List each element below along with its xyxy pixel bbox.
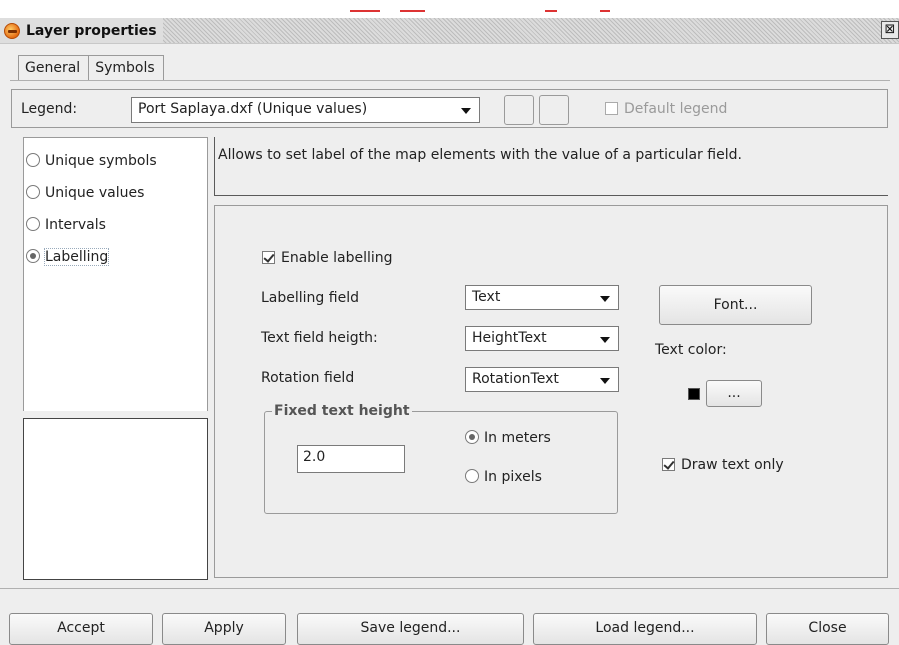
radio-selected-icon xyxy=(26,249,40,263)
rotation-field-label: Rotation field xyxy=(261,370,355,386)
draw-text-only-checkbox[interactable]: Draw text only xyxy=(662,457,784,473)
enable-labelling-checkbox[interactable]: Enable labelling xyxy=(262,250,393,266)
text-height-field-label: Text field heigth: xyxy=(261,330,378,346)
text-color-button[interactable]: ... xyxy=(706,380,762,407)
radio-icon xyxy=(26,185,40,199)
rotation-field-value: RotationText xyxy=(472,371,559,387)
save-legend-button[interactable]: Save legend... xyxy=(297,613,524,645)
description-box xyxy=(214,137,888,196)
radio-unique-symbols[interactable]: Unique symbols xyxy=(26,153,157,169)
legend-select-value: Port Saplaya.dxf (Unique values) xyxy=(138,101,368,117)
title-box: Layer properties xyxy=(0,18,163,43)
radio-label: Unique values xyxy=(45,185,145,201)
radio-intervals[interactable]: Intervals xyxy=(26,217,106,233)
radio-label: Intervals xyxy=(45,217,106,233)
labelling-field-value: Text xyxy=(472,289,501,305)
tab-general[interactable]: General xyxy=(18,55,90,81)
enable-labelling-label: Enable labelling xyxy=(281,250,393,266)
window-title: Layer properties xyxy=(26,22,157,39)
default-legend-label: Default legend xyxy=(624,101,728,117)
text-color-swatch xyxy=(688,388,700,400)
radio-selected-icon xyxy=(465,430,479,444)
tab-divider xyxy=(10,80,890,81)
text-color-label: Text color: xyxy=(655,342,727,358)
tab-strip: General Symbols xyxy=(18,55,164,81)
legend-action-button-2[interactable] xyxy=(539,95,569,125)
chevron-down-icon xyxy=(600,296,610,302)
radio-icon xyxy=(465,469,479,483)
text-height-field-value: HeightText xyxy=(472,330,547,346)
radio-label: Unique symbols xyxy=(45,153,157,169)
radio-labelling[interactable]: Labelling xyxy=(26,248,110,266)
in-meters-label: In meters xyxy=(484,430,551,446)
default-legend-checkbox[interactable]: Default legend xyxy=(605,101,727,117)
draw-text-only-label: Draw text only xyxy=(681,457,784,473)
apply-button[interactable]: Apply xyxy=(162,613,286,645)
chevron-down-icon xyxy=(600,337,610,343)
radio-in-pixels[interactable]: In pixels xyxy=(465,469,542,485)
title-bar[interactable]: Layer properties ⊠ xyxy=(0,18,899,44)
font-button[interactable]: Font... xyxy=(659,285,812,325)
load-legend-button[interactable]: Load legend... xyxy=(533,613,757,645)
fixed-text-height-title: Fixed text height xyxy=(272,403,412,419)
background-artifact xyxy=(545,10,557,12)
background-artifact xyxy=(600,10,610,12)
radio-icon xyxy=(26,217,40,231)
legend-select[interactable]: Port Saplaya.dxf (Unique values) xyxy=(131,97,480,123)
text-height-field-select[interactable]: HeightText xyxy=(465,326,619,351)
app-icon xyxy=(4,22,20,39)
legend-action-button-1[interactable] xyxy=(504,95,534,125)
close-button[interactable]: Close xyxy=(766,613,889,645)
radio-unique-values[interactable]: Unique values xyxy=(26,185,144,201)
legend-type-list xyxy=(23,137,208,411)
radio-in-meters[interactable]: In meters xyxy=(465,430,551,446)
labelling-field-label: Labelling field xyxy=(261,290,359,306)
description-text: Allows to set label of the map elements … xyxy=(218,147,742,163)
checkbox-checked-icon xyxy=(262,251,275,264)
accept-button[interactable]: Accept xyxy=(9,613,153,645)
fixed-text-height-input[interactable]: 2.0 xyxy=(297,445,405,473)
close-window-icon[interactable]: ⊠ xyxy=(881,21,899,39)
footer-divider xyxy=(0,588,899,589)
chevron-down-icon xyxy=(461,108,471,114)
radio-icon xyxy=(26,153,40,167)
checkbox-checked-icon xyxy=(662,458,675,471)
radio-label: Labelling xyxy=(43,248,110,266)
checkbox-icon xyxy=(605,102,618,115)
symbol-preview xyxy=(23,418,208,580)
legend-label: Legend: xyxy=(21,101,78,117)
background-artifact xyxy=(350,10,380,12)
labelling-field-select[interactable]: Text xyxy=(465,285,619,310)
chevron-down-icon xyxy=(600,378,610,384)
in-pixels-label: In pixels xyxy=(484,469,542,485)
background-artifact xyxy=(400,10,425,12)
tab-symbols[interactable]: Symbols xyxy=(89,55,164,81)
rotation-field-select[interactable]: RotationText xyxy=(465,367,619,392)
